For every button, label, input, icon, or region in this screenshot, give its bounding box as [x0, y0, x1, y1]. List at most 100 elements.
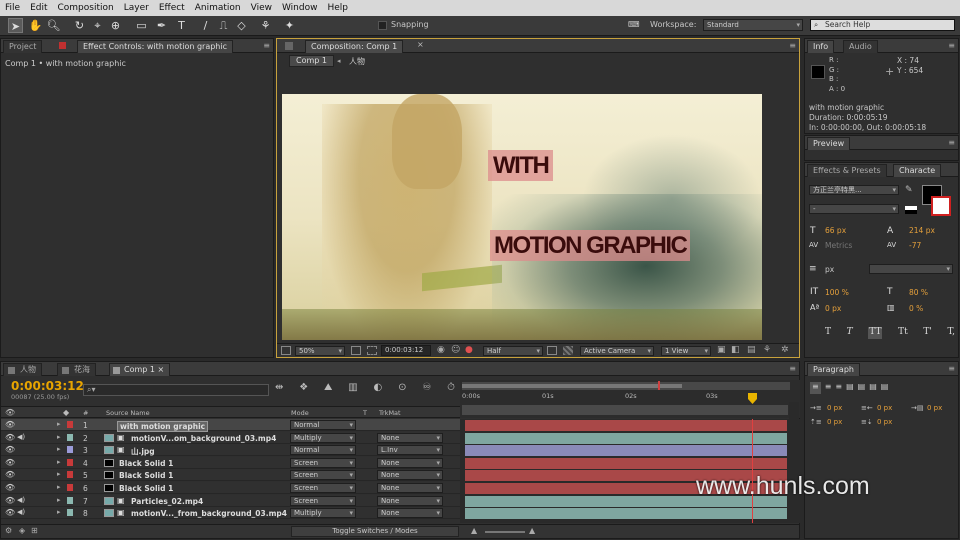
track-matte-dropdown[interactable]: None [377, 432, 443, 443]
font-size-value[interactable]: 66 px [825, 226, 846, 235]
label-color-swatch[interactable] [67, 496, 73, 504]
blend-mode-dropdown[interactable]: Screen [290, 470, 356, 481]
eye-icon[interactable]: 👁 [5, 420, 15, 429]
expand-arrow-icon[interactable]: ▸ [57, 420, 61, 428]
track-matte-dropdown[interactable]: None [377, 508, 443, 519]
layer-name[interactable]: Black Solid 1 [119, 471, 173, 480]
tab-effect-controls[interactable]: Effect Controls: with motion graphic [77, 40, 233, 53]
timeline-menu-icon[interactable]: ≡ [789, 364, 796, 373]
eye-icon[interactable]: 👁 [5, 433, 15, 442]
tracking-value[interactable]: -77 [909, 241, 921, 250]
comp-mini-flowchart-icon[interactable]: ⇹ [275, 382, 283, 396]
keyboard-icon[interactable]: ⌨ [628, 20, 640, 29]
eye-icon[interactable]: 👁 [5, 470, 15, 479]
expand-arrow-icon[interactable]: ▸ [57, 496, 61, 504]
menu-help[interactable]: Help [322, 3, 353, 13]
t-header[interactable]: T [363, 409, 367, 417]
stroke-width-value[interactable]: px [825, 265, 834, 274]
menu-window[interactable]: Window [277, 3, 323, 13]
subscript-button[interactable]: T, [947, 327, 955, 339]
type-tool-icon[interactable]: T [174, 18, 189, 33]
work-area-range[interactable] [462, 384, 682, 388]
blend-mode-dropdown[interactable]: Normal [290, 445, 356, 456]
expand-arrow-icon[interactable]: ▸ [57, 483, 61, 491]
justify-all-icon[interactable]: ▤ [881, 382, 889, 394]
close-tab-icon[interactable]: × [417, 40, 424, 49]
layer-search-input[interactable]: ⌕▾ [83, 384, 269, 396]
graph-editor-icon[interactable]: ⊙ [398, 382, 406, 396]
layer-row[interactable]: 👁 ◀) ▸ 2 ▣ motionV...om_background_03.mp4 Mult… [1, 431, 461, 444]
frame-blending-icon[interactable]: ▥ [348, 382, 357, 396]
horizontal-scale-value[interactable]: 80 % [909, 288, 928, 297]
tab-paragraph[interactable]: Paragraph [807, 363, 860, 376]
flowchart-icon[interactable]: ⚘ [763, 345, 771, 355]
layer-row[interactable]: 👁◀) ▸ 7 ▣ Particles_02.mp4 Screen None [1, 494, 461, 507]
menu-view[interactable]: View [246, 3, 277, 13]
track-matte-dropdown[interactable]: None [377, 457, 443, 468]
layer-duration-bar[interactable] [465, 432, 787, 444]
baseline-shift-value[interactable]: 0 px [825, 304, 841, 313]
zoom-tool-icon[interactable]: 🔍︎ [46, 18, 61, 33]
label-color-swatch[interactable] [67, 509, 73, 517]
timeline-icon[interactable]: ▤ [747, 345, 756, 355]
speaker-icon[interactable]: ◀) [17, 433, 25, 441]
layer-row[interactable]: 👁 ▸ 4 Black Solid 1 Screen None [1, 456, 461, 469]
rectangle-tool-icon[interactable]: ▭ [134, 18, 149, 33]
reset-exposure-icon[interactable]: ◧ [731, 345, 740, 355]
indent-left-value[interactable]: 0 px [827, 404, 842, 412]
indent-right-value[interactable]: 0 px [877, 404, 892, 412]
timeline-scrollbar[interactable] [789, 402, 799, 522]
eyedropper-icon[interactable]: ✎ [905, 185, 913, 195]
tab-timeline-3[interactable]: Comp 1 × [109, 363, 171, 376]
eye-icon[interactable]: 👁 [5, 496, 15, 505]
expand-transfer-icon[interactable]: ◈ [19, 526, 25, 535]
layer-name[interactable]: motionV...om_background_03.mp4 [131, 434, 276, 443]
rotate-tool-icon[interactable]: ↻ [72, 18, 87, 33]
tab-effects-presets[interactable]: Effects & Presets [807, 164, 887, 177]
toggle-pixel-icon[interactable]: ▣ [717, 345, 726, 355]
menu-composition[interactable]: Composition [53, 3, 119, 13]
resolution-icon[interactable] [351, 346, 361, 355]
blend-mode-dropdown[interactable]: Multiply [290, 432, 356, 443]
resolution-dropdown[interactable]: Half [483, 346, 543, 356]
zoom-in-icon[interactable]: ▲ [529, 526, 535, 535]
tab-composition[interactable]: Composition: Comp 1 [305, 40, 404, 53]
expand-arrow-icon[interactable]: ▸ [57, 508, 61, 516]
menu-layer[interactable]: Layer [119, 3, 154, 13]
blend-mode-dropdown[interactable]: Screen [290, 495, 356, 506]
snapping-checkbox[interactable] [378, 21, 387, 30]
speaker-icon[interactable]: ◀) [17, 496, 25, 504]
tab-info[interactable]: Info [807, 40, 835, 53]
brush-tool-icon[interactable]: / [198, 18, 213, 33]
faux-italic-button[interactable]: T [847, 327, 853, 339]
camera-snapshot-icon[interactable]: ◉ [437, 345, 445, 355]
layer-name[interactable]: Black Solid 1 [119, 459, 173, 468]
comp-breadcrumb[interactable]: Comp 1 [289, 55, 334, 67]
layer-row[interactable]: 👁 ▸ 5 Black Solid 1 Screen None [1, 469, 461, 482]
info-menu-icon[interactable]: ≡ [948, 41, 955, 50]
region-interest-icon[interactable] [367, 346, 377, 355]
menu-effect[interactable]: Effect [154, 3, 190, 13]
blend-mode-dropdown[interactable]: Screen [290, 483, 356, 493]
stroke-order-dropdown[interactable] [869, 264, 953, 274]
tab-character[interactable]: Characte [893, 164, 942, 177]
eye-icon[interactable]: 👁 [5, 445, 15, 454]
blend-mode-dropdown[interactable]: Screen [290, 457, 356, 468]
shy-layers-icon[interactable]: ⛰ [324, 382, 332, 396]
font-style-dropdown[interactable]: - [809, 204, 899, 214]
justify-last-right-icon[interactable]: ▤ [869, 382, 877, 394]
tab-audio[interactable]: Audio [843, 40, 878, 53]
label-color-swatch[interactable] [67, 484, 73, 491]
blend-mode-dropdown[interactable]: Multiply [290, 508, 356, 519]
draft-3d-icon[interactable]: ❖ [299, 382, 308, 396]
swap-colors-icon[interactable] [905, 206, 917, 214]
label-color-swatch[interactable] [67, 421, 73, 428]
view-layout-dropdown[interactable]: 1 View [661, 346, 711, 356]
layer-name[interactable]: Black Solid 1 [119, 484, 173, 493]
workspace-dropdown[interactable]: Standard [703, 19, 803, 31]
eye-icon[interactable]: 👁 [5, 458, 15, 467]
small-caps-button[interactable]: Tt [898, 327, 908, 339]
track-matte-dropdown[interactable]: L.Inv [377, 445, 443, 456]
superscript-button[interactable]: T' [923, 327, 931, 339]
auto-keyframe-icon[interactable]: ⏱ [447, 382, 455, 396]
